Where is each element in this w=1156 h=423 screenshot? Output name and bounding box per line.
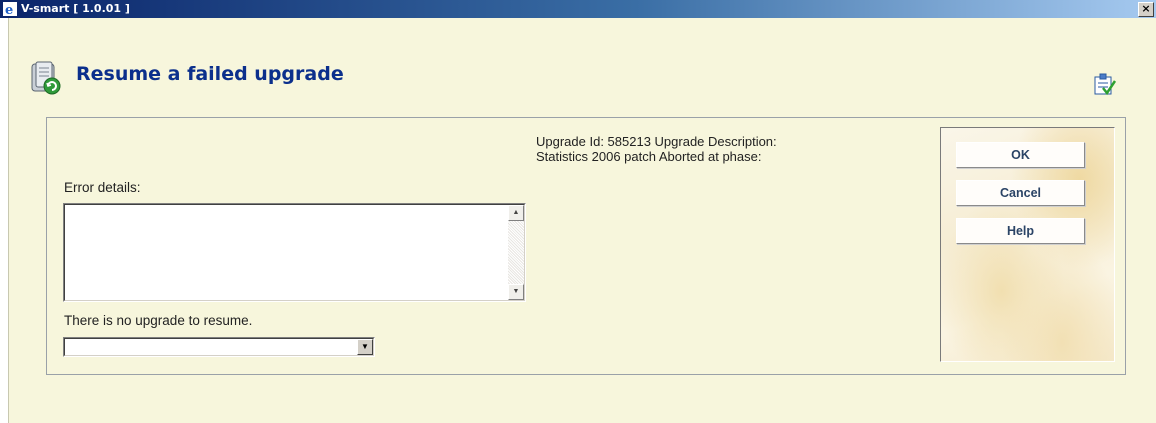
close-button[interactable]: × xyxy=(1138,2,1154,17)
ie-icon: e xyxy=(3,2,17,16)
status-message: There is no upgrade to resume. xyxy=(64,313,253,328)
upgrade-info-line2: Statistics 2006 patch Aborted at phase: xyxy=(536,149,762,164)
error-details-scrollbar[interactable]: ▲ ▼ xyxy=(508,205,524,300)
window-title: V-smart [ 1.0.01 ] xyxy=(21,2,130,15)
chevron-down-icon[interactable]: ▼ xyxy=(357,339,373,355)
error-details-text xyxy=(64,204,525,301)
upgrade-select-value xyxy=(64,338,374,356)
error-details-label: Error details: xyxy=(64,180,141,195)
upgrade-info: Upgrade Id: 585213 Upgrade Description: … xyxy=(536,134,777,164)
database-upgrade-icon xyxy=(31,61,61,95)
upgrade-info-line1: Upgrade Id: 585213 Upgrade Description: xyxy=(536,134,777,149)
scroll-down-arrow-icon[interactable]: ▼ xyxy=(508,284,524,300)
page-title: Resume a failed upgrade xyxy=(76,63,344,85)
help-button[interactable]: Help xyxy=(956,218,1085,244)
svg-text:e: e xyxy=(5,3,13,16)
window-left-edge xyxy=(0,18,9,423)
error-details-textarea[interactable]: ▲ ▼ xyxy=(63,203,526,302)
cancel-button[interactable]: Cancel xyxy=(956,180,1085,206)
title-bar: e V-smart [ 1.0.01 ] × xyxy=(0,0,1156,18)
upgrade-select[interactable]: ▼ xyxy=(63,337,375,357)
scroll-up-arrow-icon[interactable]: ▲ xyxy=(508,205,524,221)
task-check-icon[interactable] xyxy=(1093,73,1117,97)
ok-button[interactable]: OK xyxy=(956,142,1085,168)
